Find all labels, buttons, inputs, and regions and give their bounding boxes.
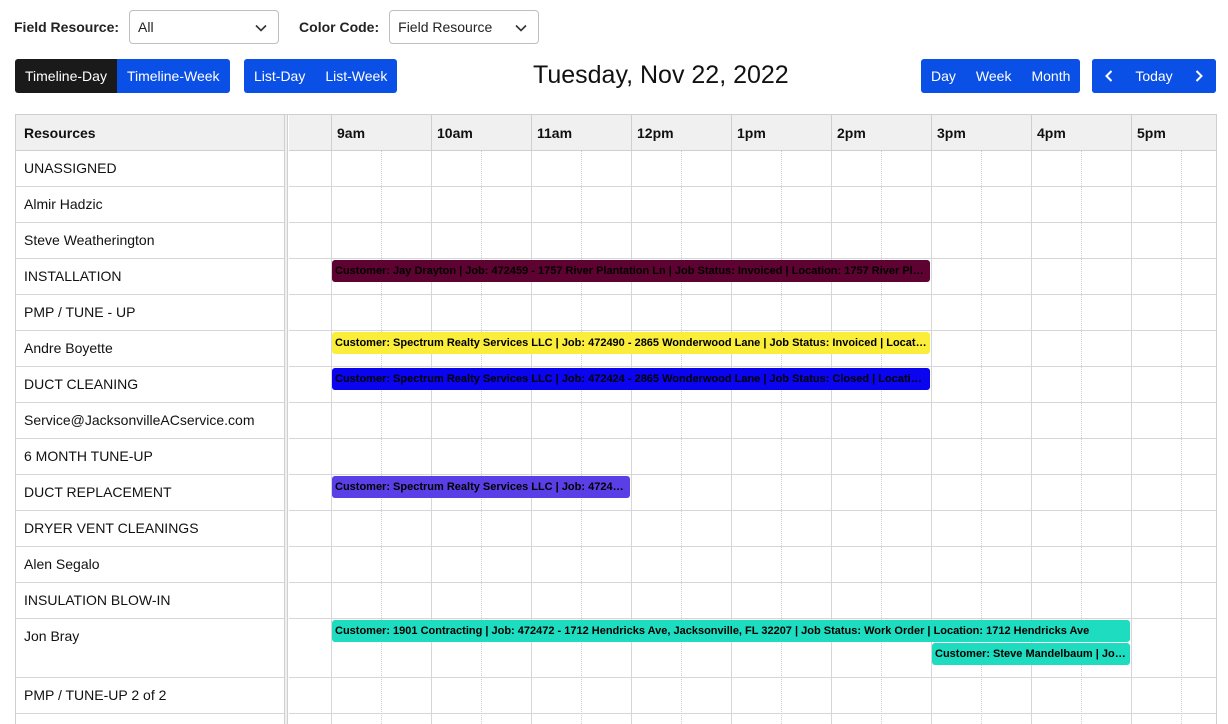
field-resource-value: All xyxy=(138,18,154,35)
color-code-select[interactable]: Field Resource xyxy=(389,9,540,44)
chevron-right-icon xyxy=(1195,70,1203,82)
hour-label: 11am xyxy=(531,115,631,151)
hour-label: 4pm xyxy=(1031,115,1131,151)
resource-row: DUCT CLEANING xyxy=(16,367,284,403)
row-gridline xyxy=(289,366,1216,367)
time-header: 9am 10am 11am 12pm 1pm 2pm 3pm 4pm 5pm xyxy=(289,115,1216,151)
event-block[interactable]: Customer: Steve Mandelbaum | Job: 472500 xyxy=(932,643,1130,665)
hour-label: 12pm xyxy=(631,115,731,151)
color-code-value: Field Resource xyxy=(398,18,493,35)
resource-row: INSTALLATION xyxy=(16,259,284,295)
chevron-down-icon xyxy=(515,24,527,32)
row-gridline xyxy=(289,474,1216,475)
page-title: Tuesday, Nov 22, 2022 xyxy=(533,61,789,89)
timeline-day-button[interactable]: Timeline-Day xyxy=(15,59,117,93)
event-block[interactable]: Customer: Spectrum Realty Services LLC |… xyxy=(332,368,930,390)
row-gridline xyxy=(289,258,1216,259)
resources-header: Resources xyxy=(16,115,284,151)
resource-row: Almir Hadzic xyxy=(16,187,284,223)
resource-row: PMP / TUNE-UP 2 of 2 xyxy=(16,678,284,714)
scheduler-grid: Resources UNASSIGNED Almir Hadzic Steve We… xyxy=(15,114,1217,724)
event-block[interactable]: Customer: 1901 Contracting | Job: 472472… xyxy=(332,620,1130,642)
resource-row: PMP / TUNE - UP xyxy=(16,295,284,331)
week-button[interactable]: Week xyxy=(965,59,1022,93)
resource-row: INSULATION BLOW-IN xyxy=(16,583,284,619)
timeline-area: 9am 10am 11am 12pm 1pm 2pm 3pm 4pm 5pm Customer:… xyxy=(289,115,1216,724)
row-gridline xyxy=(289,438,1216,439)
event-block[interactable]: Customer: Spectrum Realty Services LLC |… xyxy=(332,476,630,498)
chevron-left-icon xyxy=(1105,70,1113,82)
day-button[interactable]: Day xyxy=(921,59,966,93)
filter-bar: Field Resource: All Color Code: Field Re… xyxy=(14,9,540,44)
resource-column: Resources UNASSIGNED Almir Hadzic Steve We… xyxy=(16,115,285,724)
row-gridline xyxy=(289,713,1216,714)
color-code-label: Color Code: xyxy=(299,18,380,35)
resource-row: DUCT REPLACEMENT xyxy=(16,475,284,511)
timeline-week-button[interactable]: Timeline-Week xyxy=(116,59,230,93)
hour-label: 10am xyxy=(431,115,531,151)
hour-label: 2pm xyxy=(831,115,931,151)
row-gridline xyxy=(289,618,1216,619)
next-button[interactable] xyxy=(1182,59,1216,93)
list-week-button[interactable]: List-Week xyxy=(315,59,398,93)
row-gridline xyxy=(289,402,1216,403)
prev-button[interactable] xyxy=(1092,59,1126,93)
event-block[interactable]: Customer: Jay Drayton | Job: 472459 - 17… xyxy=(332,260,930,282)
row-gridline xyxy=(289,294,1216,295)
month-button[interactable]: Month xyxy=(1021,59,1081,93)
row-gridline xyxy=(289,546,1216,547)
resource-row: UNASSIGNED xyxy=(16,151,284,187)
resource-row: Jon Bray xyxy=(16,619,284,678)
row-gridline xyxy=(289,582,1216,583)
hour-label: 5pm xyxy=(1131,115,1216,151)
resource-row: Andre Boyette xyxy=(16,331,284,367)
hour-label: 1pm xyxy=(731,115,831,151)
resource-row: Steve Weatherington xyxy=(16,223,284,259)
field-resource-select[interactable]: All xyxy=(129,9,280,44)
date-nav-group: Today xyxy=(1092,59,1216,93)
range-view-group: Day Week Month xyxy=(921,59,1081,93)
list-day-button[interactable]: List-Day xyxy=(244,59,316,93)
resource-row: 6 MONTH TUNE-UP xyxy=(16,439,284,475)
row-gridline xyxy=(289,330,1216,331)
resource-row: Alen Segalo xyxy=(16,547,284,583)
list-view-group: List-Day List-Week xyxy=(244,59,398,93)
row-gridline xyxy=(289,510,1216,511)
resource-row: Service@JacksonvilleACservice.com xyxy=(16,403,284,439)
chevron-down-icon xyxy=(255,24,267,32)
hour-label: 9am xyxy=(331,115,431,151)
today-button[interactable]: Today xyxy=(1126,59,1182,93)
row-gridline xyxy=(289,222,1216,223)
row-gridline xyxy=(289,677,1216,678)
row-gridline xyxy=(289,186,1216,187)
hour-label: 3pm xyxy=(931,115,1031,151)
resource-row: DRYER VENT CLEANINGS xyxy=(16,511,284,547)
resource-row xyxy=(16,714,284,724)
event-block[interactable]: Customer: Spectrum Realty Services LLC |… xyxy=(332,332,930,354)
field-resource-label: Field Resource: xyxy=(14,18,120,35)
timeline-view-group: Timeline-Day Timeline-Week xyxy=(15,59,230,93)
column-splitter[interactable] xyxy=(285,115,288,724)
